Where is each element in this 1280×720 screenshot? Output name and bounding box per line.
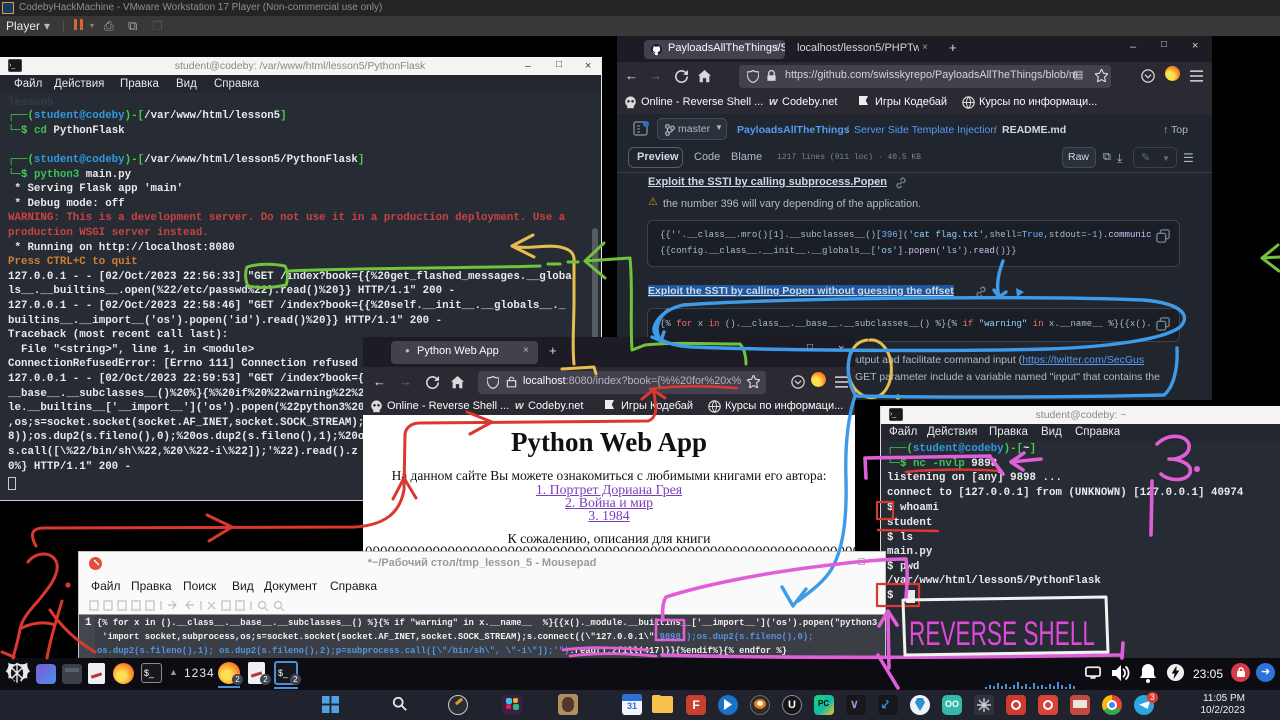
- svg-text:REVERSE SHELL: REVERSE SHELL: [909, 615, 1095, 653]
